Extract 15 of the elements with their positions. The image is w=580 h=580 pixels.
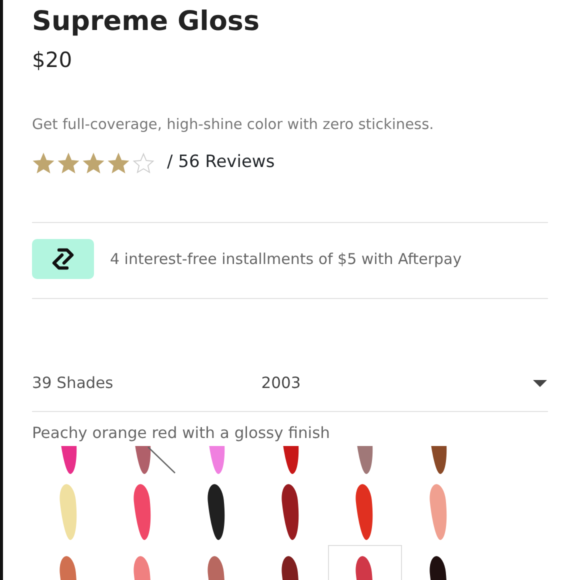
filled-star-icon (107, 152, 130, 175)
reviews-link[interactable]: / 56 Reviews (167, 150, 275, 176)
caret-icon (532, 379, 548, 388)
price: $20 (32, 47, 74, 74)
shade-description: Peachy orange red with a glossy finish (32, 422, 331, 444)
afterpay-text: 4 interest-free installments of $5 with Afterpay (110, 248, 462, 270)
unavailable-slash-icon (147, 446, 177, 474)
filled-star-icon (57, 152, 80, 175)
shade-dropdown[interactable]: 2003 (261, 364, 548, 403)
filled-star-icon (32, 152, 55, 175)
product-title: Supreme Gloss (32, 5, 261, 39)
product-description: Get full-coverage, high-shine color with zero stickiness. (32, 116, 435, 135)
empty-star-icon (132, 152, 155, 175)
filled-star-icon (82, 152, 105, 175)
shade-count: 39 Shades (32, 373, 114, 394)
